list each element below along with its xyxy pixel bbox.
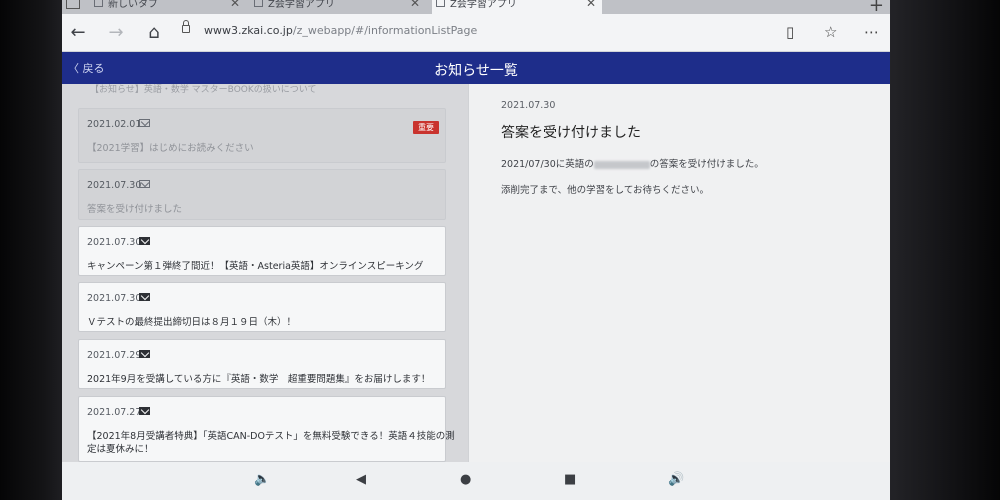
item-date: 2021.07.27 (87, 407, 142, 418)
browser-tab-strip: 新しいタブ ✕ Z会学習アプリ ✕ Z会学習アプリ ✕ + (62, 0, 890, 16)
list-item[interactable]: 2021.07.30 答案を受け付けました (78, 169, 446, 220)
redacted-text (593, 160, 650, 169)
volume-down-icon[interactable]: 🔈 (254, 472, 270, 487)
back-arrow-icon[interactable]: ← (66, 22, 90, 43)
mail-open-icon (139, 180, 150, 188)
tab-new-tab[interactable]: 新しいタブ ✕ (90, 0, 246, 14)
tab-zkai-2[interactable]: Z会学習アプリ ✕ (432, 0, 602, 14)
nav-home-icon[interactable]: ● (460, 472, 471, 487)
item-date: 2021.07.30 (87, 237, 142, 248)
notification-detail: 2021.07.30 答案を受け付けました 2021/07/30に英語の の答案を… (468, 84, 890, 462)
tab-actions-icon[interactable] (66, 0, 80, 9)
item-title: 答案を受け付けました (87, 204, 183, 215)
tablet-screen: 新しいタブ ✕ Z会学習アプリ ✕ Z会学習アプリ ✕ + ← → ⌂ www3… (62, 0, 890, 500)
detail-date: 2021.07.30 (501, 100, 556, 111)
address-bar[interactable]: www3.zkai.co.jp/z_webapp/#/informationLi… (204, 24, 477, 37)
url-domain: www3.zkai.co.jp (204, 24, 293, 37)
list-item[interactable]: 2021.07.30 Ｖテストの最終提出締切日は８月１９日（木）！ (78, 282, 446, 332)
mail-open-icon (139, 119, 150, 127)
list-item[interactable]: 2021.07.27 【2021年8月受講者特典】「英語CAN-DOテスト」を無… (78, 396, 455, 462)
browser-toolbar: ← → ⌂ www3.zkai.co.jp/z_webapp/#/informa… (62, 14, 890, 52)
url-path: /z_webapp/#/informationListPage (292, 24, 478, 37)
more-menu-icon[interactable]: ⋯ (864, 23, 879, 41)
lock-icon (182, 20, 190, 33)
mail-icon (139, 407, 150, 415)
list-item[interactable]: 2021.02.01 重要 【2021学習】はじめにお読みください (78, 108, 446, 163)
device-bezel-left (0, 0, 62, 500)
page-title: お知らせ一覧 (434, 63, 518, 79)
important-badge: 重要 (413, 121, 439, 134)
item-date: 2021.07.29 (87, 350, 142, 361)
system-navigation-bar: 🔈 ◀ ● ■ 🔊 (62, 462, 890, 500)
item-title: 【2021学習】はじめにお読みください (87, 143, 254, 154)
tab-label: 新しいタブ (108, 0, 158, 10)
detail-body-line-2: 添削完了まで、他の学習をしてお待ちください。 (501, 185, 710, 196)
tab-label: Z会学習アプリ (450, 0, 517, 10)
mail-icon (139, 237, 150, 245)
detail-body-line-1: 2021/07/30に英語の の答案を受け付けました。 (501, 156, 764, 170)
notification-list: 【お知らせ】英語・数学 マスターBOOKの扱いについて 2021.02.01 重… (62, 84, 468, 462)
forward-arrow-icon[interactable]: → (104, 22, 128, 43)
item-title: キャンペーン第１弾終了間近！【英語・Asteria英語】オンラインスピーキング (87, 261, 424, 272)
device-bezel-right (890, 0, 1000, 500)
tab-zkai-1[interactable]: Z会学習アプリ ✕ (250, 0, 426, 14)
reading-view-icon[interactable]: ▯ (786, 23, 794, 41)
page-icon (94, 0, 103, 7)
list-item[interactable]: 2021.07.29 2021年9月を受講している方に『英語・数学 超重要問題集… (78, 339, 446, 389)
page-icon (436, 0, 445, 7)
list-item[interactable]: 2021.07.30 キャンペーン第１弾終了間近！【英語・Asteria英語】オ… (78, 226, 446, 276)
item-title-continued: 定は夏休みに！ (87, 444, 154, 455)
item-title: 2021年9月を受講している方に『英語・数学 超重要問題集』をお届けします！ (87, 374, 431, 385)
close-icon[interactable]: ✕ (230, 0, 240, 9)
item-date: 2021.07.30 (87, 180, 142, 191)
mail-icon (139, 293, 150, 301)
item-date: 2021.07.30 (87, 293, 142, 304)
home-icon[interactable]: ⌂ (142, 22, 166, 43)
list-item-partial[interactable]: 【お知らせ】英語・数学 マスターBOOKの扱いについて (90, 84, 317, 95)
tab-label: Z会学習アプリ (268, 0, 335, 10)
item-title: Ｖテストの最終提出締切日は８月１９日（木）！ (87, 317, 297, 328)
close-icon[interactable]: ✕ (410, 0, 420, 9)
volume-up-icon[interactable]: 🔊 (668, 472, 684, 487)
close-icon[interactable]: ✕ (586, 0, 596, 9)
item-title: 【2021年8月受講者特典】「英語CAN-DOテスト」を無料受験できる！英語４技… (87, 431, 455, 442)
favorites-star-icon[interactable]: ☆ (824, 23, 837, 41)
app-header: 〈 戻る お知らせ一覧 (62, 52, 890, 84)
page-icon (254, 0, 263, 7)
detail-title: 答案を受け付けました (501, 125, 641, 141)
mail-icon (139, 350, 150, 358)
nav-back-icon[interactable]: ◀ (356, 472, 366, 487)
detail-body-suffix: の答案を受け付けました。 (649, 159, 764, 170)
nav-recents-icon[interactable]: ■ (564, 472, 576, 487)
detail-body-prefix: 2021/07/30に英語の (501, 159, 594, 170)
item-date: 2021.02.01 (87, 119, 142, 130)
